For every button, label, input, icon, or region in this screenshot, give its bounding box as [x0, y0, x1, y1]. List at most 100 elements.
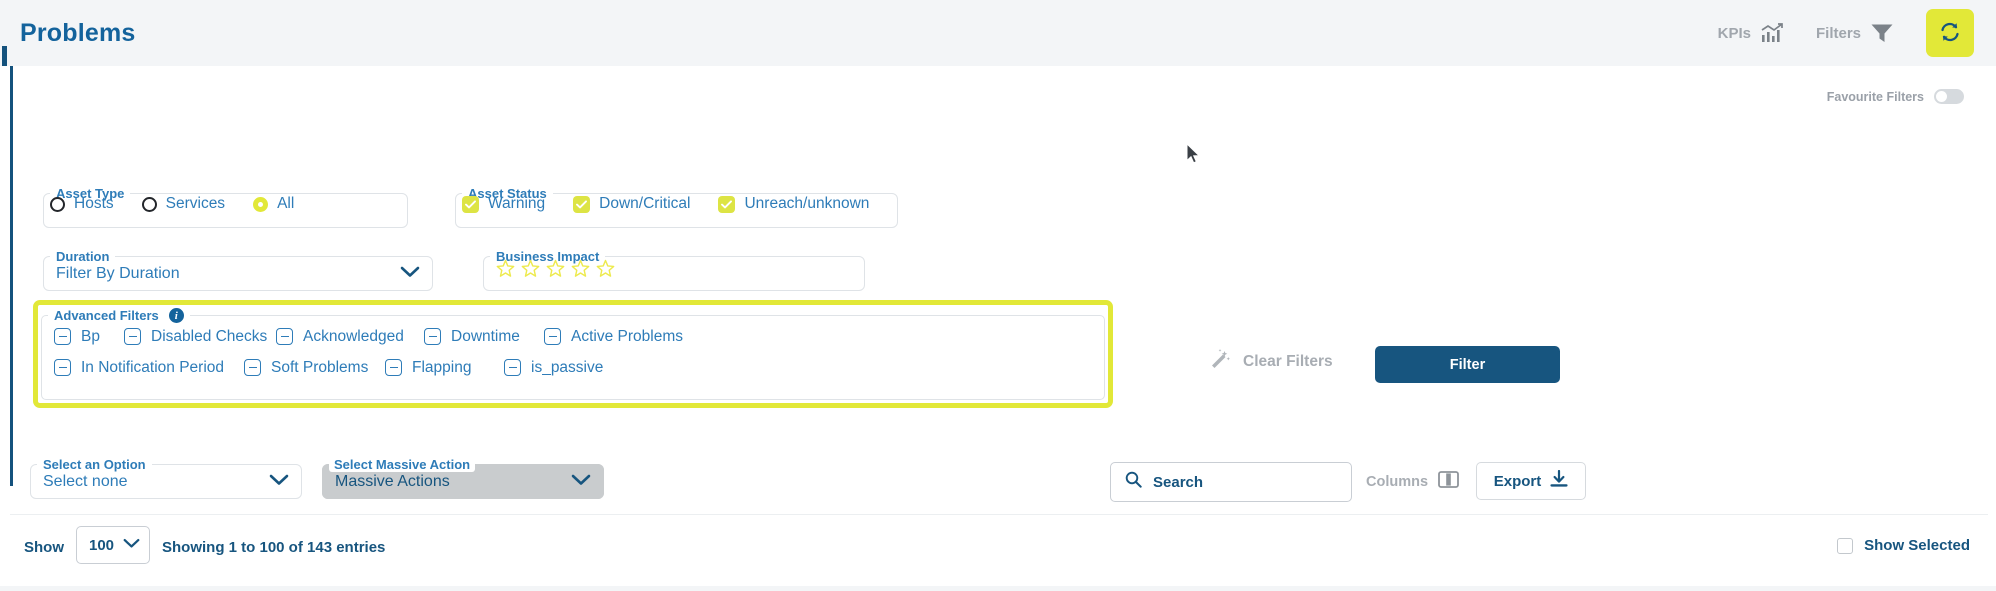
chevron-down-icon — [269, 473, 289, 491]
checkbox-indeterminate-icon — [54, 359, 71, 376]
kpis-label: KPIs — [1717, 24, 1751, 42]
checkbox-unreach-unknown[interactable]: Unreach/unknown — [718, 195, 869, 213]
checkbox-down-critical[interactable]: Down/Critical — [573, 195, 690, 213]
radio-services[interactable]: Services — [141, 195, 226, 213]
export-label: Export — [1493, 472, 1542, 490]
star-icon[interactable] — [571, 259, 590, 283]
checkbox-in-notification-period[interactable]: In Notification Period — [54, 359, 244, 377]
favourite-filters-toggle-group[interactable]: Favourite Filters — [1827, 89, 1964, 104]
filter-panel: Favourite Filters Asset Type Hosts Servi… — [10, 66, 1988, 486]
refresh-button[interactable] — [1926, 9, 1974, 57]
radio-hosts[interactable]: Hosts — [50, 195, 114, 213]
massive-action-fieldset[interactable]: Select Massive Action Massive Actions — [322, 457, 604, 499]
checkbox-indeterminate-icon — [385, 359, 402, 376]
clear-filters-button[interactable]: Clear Filters — [1209, 348, 1333, 375]
advanced-filters-row: Bp Disabled Checks Acknowledged Downtime… — [54, 321, 1104, 352]
checkbox-active-problems[interactable]: Active Problems — [544, 328, 683, 346]
star-icon[interactable] — [596, 259, 615, 283]
export-button[interactable]: Export — [1476, 462, 1586, 500]
columns-button[interactable]: Columns — [1366, 470, 1459, 494]
checkbox-bp-label: Bp — [81, 327, 100, 345]
checkbox-soft-problems[interactable]: Soft Problems — [244, 359, 385, 377]
select-option-fieldset[interactable]: Select an Option Select none — [30, 457, 302, 499]
search-icon — [1125, 471, 1142, 493]
checkbox-is-passive[interactable]: is_passive — [504, 359, 603, 377]
star-icon[interactable] — [521, 259, 540, 283]
asset-status-options: Warning Down/Critical Unreach/unknown — [456, 195, 897, 213]
checkbox-in-notification-period-label: In Notification Period — [81, 358, 225, 376]
checkbox-downtime[interactable]: Downtime — [424, 328, 544, 346]
filters-label: Filters — [1815, 24, 1861, 42]
chevron-down-icon — [123, 536, 140, 554]
table-footer: Show 100 Showing 1 to 100 of 143 entries… — [10, 514, 1988, 574]
checkbox-unreach-unknown-label: Unreach/unknown — [744, 195, 870, 212]
asset-type-fieldset: Asset Type Hosts Services All — [43, 186, 408, 228]
check-icon — [462, 195, 479, 213]
chevron-down-icon — [571, 473, 591, 491]
table-toolbar: Select an Option Select none Select Mass… — [10, 440, 1988, 520]
chart-bars-icon — [1760, 22, 1784, 44]
checkbox-flapping-label: Flapping — [412, 358, 472, 376]
search-input[interactable]: Search — [1110, 462, 1352, 502]
checkbox-disabled-checks-label: Disabled Checks — [151, 327, 268, 345]
checkbox-acknowledged[interactable]: Acknowledged — [276, 328, 424, 346]
duration-legend: Duration — [56, 249, 110, 264]
radio-services-label: Services — [165, 195, 226, 212]
checkbox-indeterminate-icon — [424, 328, 441, 345]
show-selected-toggle[interactable]: Show Selected — [1837, 537, 1970, 554]
showing-entries-text: Showing 1 to 100 of 143 entries — [162, 539, 386, 556]
checkbox-unchecked-icon — [1837, 537, 1854, 554]
header-actions: KPIs Filters — [1702, 0, 1996, 66]
page-header: Problems KPIs Filters — [0, 0, 1996, 66]
checkbox-disabled-checks[interactable]: Disabled Checks — [124, 328, 276, 346]
problems-page: Problems KPIs Filters Favourite Filters … — [0, 0, 1996, 591]
checkbox-warning[interactable]: Warning — [462, 195, 545, 213]
duration-fieldset[interactable]: Duration Filter By Duration — [43, 249, 433, 291]
download-icon — [1550, 469, 1568, 493]
clear-filters-label: Clear Filters — [1243, 352, 1333, 370]
checkbox-indeterminate-icon — [544, 328, 561, 345]
funnel-icon — [1870, 22, 1894, 44]
page-title: Problems — [20, 18, 136, 47]
columns-icon — [1438, 470, 1459, 494]
asset-status-fieldset: Asset Status Warning Down/Critical Unrea… — [455, 186, 899, 228]
kpis-button[interactable]: KPIs — [1702, 13, 1800, 53]
checkbox-indeterminate-icon — [244, 359, 261, 376]
checkbox-indeterminate-icon — [54, 328, 71, 345]
search-label: Search — [1153, 473, 1204, 491]
massive-action-legend: Select Massive Action — [329, 457, 476, 472]
checkbox-bp[interactable]: Bp — [54, 328, 124, 346]
page-size-select[interactable]: 100 — [76, 526, 150, 564]
page-size-value: 100 — [89, 536, 115, 554]
show-selected-label: Show Selected — [1864, 537, 1970, 554]
radio-hosts-label: Hosts — [74, 195, 114, 212]
advanced-filters-legend-text: Advanced Filters — [54, 308, 159, 323]
radio-circle-selected-icon — [253, 196, 269, 212]
radio-circle-icon — [50, 196, 65, 212]
star-icon[interactable] — [546, 259, 565, 283]
duration-value: Filter By Duration — [56, 265, 180, 282]
checkbox-acknowledged-label: Acknowledged — [303, 327, 404, 345]
checkbox-active-problems-label: Active Problems — [571, 327, 683, 345]
chevron-down-icon — [400, 265, 420, 283]
bottom-edge — [0, 586, 1996, 591]
radio-all-label: All — [277, 195, 295, 212]
asset-type-options: Hosts Services All — [44, 195, 407, 213]
radio-all[interactable]: All — [253, 195, 294, 213]
checkbox-down-critical-label: Down/Critical — [599, 195, 691, 212]
header-accent-bar — [0, 0, 7, 66]
columns-label: Columns — [1366, 474, 1429, 490]
check-icon — [718, 195, 736, 213]
checkbox-is-passive-label: is_passive — [531, 358, 604, 376]
show-label: Show — [24, 539, 64, 556]
filter-button[interactable]: Filter — [1375, 346, 1560, 383]
checkbox-downtime-label: Downtime — [451, 327, 520, 345]
checkbox-soft-problems-label: Soft Problems — [271, 358, 369, 376]
advanced-filters-highlight: Advanced Filters i Bp Disabled Checks Ac… — [33, 300, 1113, 408]
info-icon[interactable]: i — [168, 308, 184, 323]
favourite-filters-toggle[interactable] — [1934, 89, 1964, 104]
filters-button[interactable]: Filters — [1800, 13, 1910, 53]
select-option-value: Select none — [43, 473, 128, 490]
checkbox-flapping[interactable]: Flapping — [385, 359, 504, 377]
star-icon[interactable] — [496, 259, 515, 283]
